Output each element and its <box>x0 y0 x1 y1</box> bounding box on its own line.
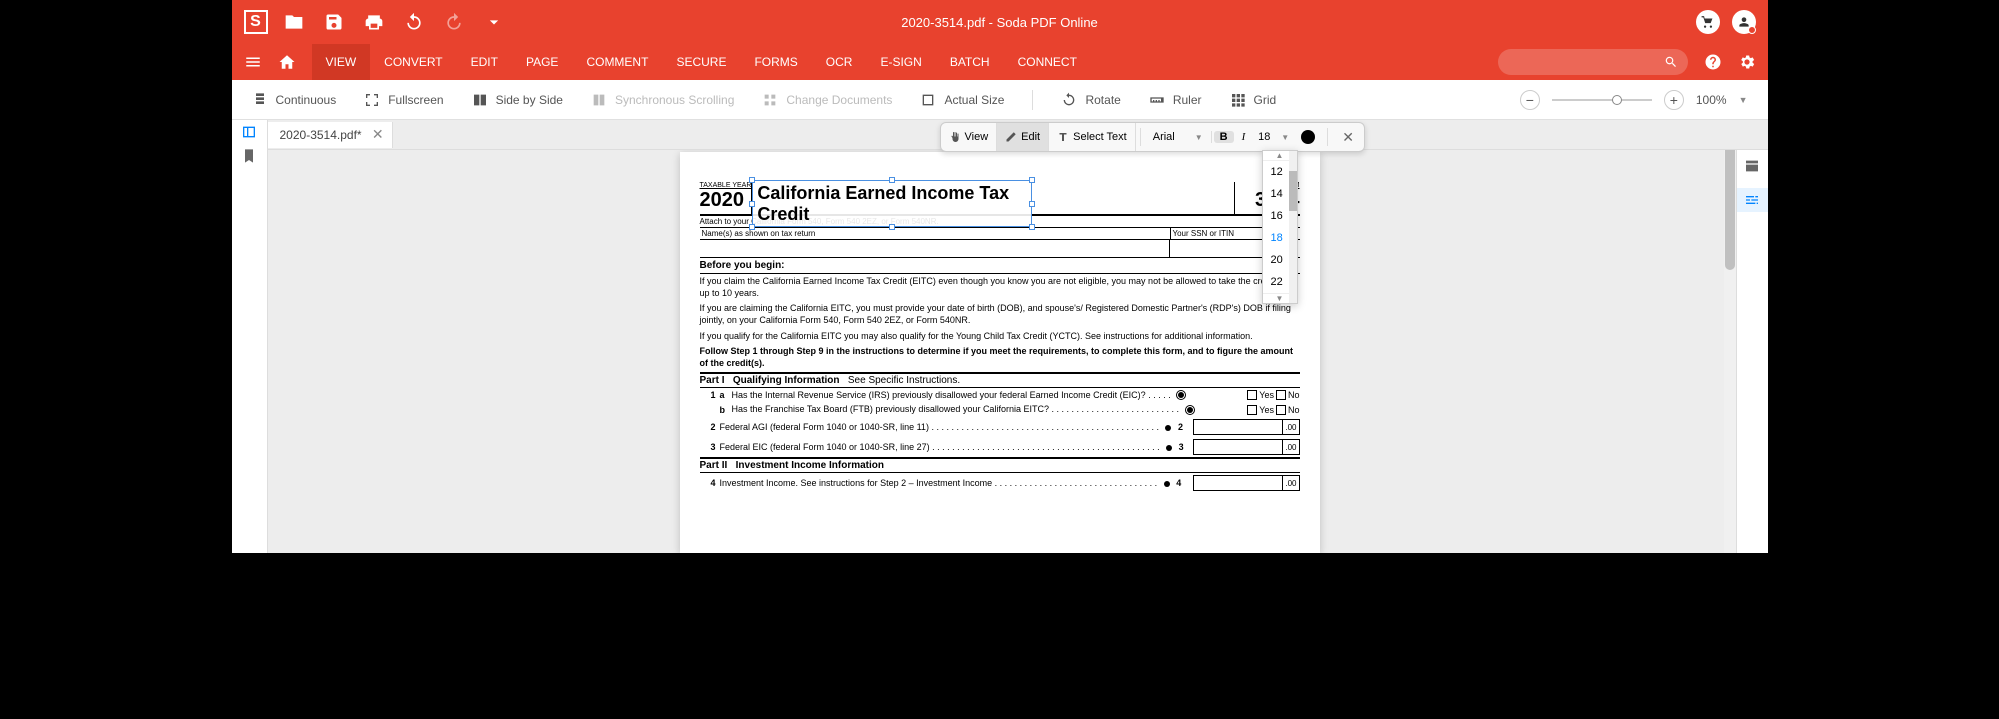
menubar: VIEW CONVERT EDIT PAGE COMMENT SECURE FO… <box>232 44 1768 80</box>
close-toolbar-button[interactable]: ✕ <box>1332 129 1364 146</box>
panel-icon[interactable] <box>241 124 257 140</box>
text-color-button[interactable] <box>1301 130 1315 144</box>
redo-icon[interactable] <box>444 12 464 32</box>
taxable-year-label: TAXABLE YEAR <box>700 182 752 189</box>
hand-icon <box>949 131 961 143</box>
cart-icon[interactable] <box>1696 10 1720 34</box>
grid-icon <box>1230 92 1246 108</box>
save-icon[interactable] <box>324 12 344 32</box>
right-rail <box>1736 120 1768 553</box>
menu-ocr[interactable]: OCR <box>812 44 867 80</box>
p2: If you are claiming the California EITC,… <box>700 301 1300 328</box>
vertical-scrollbar[interactable] <box>1724 120 1736 553</box>
ruler-icon <box>1149 92 1165 108</box>
rotate-icon <box>1061 92 1077 108</box>
fullscreen-icon <box>364 92 380 108</box>
settings-icon[interactable] <box>1738 53 1756 71</box>
italic-button[interactable]: I <box>1236 131 1252 143</box>
sidebyside-button[interactable]: Side by Side <box>472 92 563 108</box>
actualsize-button[interactable]: Actual Size <box>920 92 1004 108</box>
home-icon[interactable] <box>278 53 296 71</box>
selected-text-box[interactable]: California Earned Income Tax Credit <box>752 180 1032 227</box>
app-logo[interactable]: S <box>244 10 268 34</box>
zoom-in-button[interactable]: + <box>1664 90 1684 110</box>
bold-button[interactable]: B <box>1214 131 1234 143</box>
menu-page[interactable]: PAGE <box>512 44 572 80</box>
continuous-icon <box>252 92 268 108</box>
p1: If you claim the California Earned Incom… <box>700 274 1300 301</box>
edit-mode-button[interactable]: Edit <box>997 123 1049 151</box>
menu-comment[interactable]: COMMENT <box>572 44 662 80</box>
menu-convert[interactable]: CONVERT <box>370 44 456 80</box>
menu-esign[interactable]: E-SIGN <box>866 44 935 80</box>
font-family-select[interactable]: Arial ▼ <box>1145 131 1212 143</box>
font-size-input[interactable] <box>1251 131 1277 143</box>
continuous-button[interactable]: Continuous <box>252 92 337 108</box>
pencil-icon <box>1005 131 1017 143</box>
account-icon[interactable] <box>1732 10 1756 34</box>
adjust-panel-icon[interactable] <box>1744 192 1760 208</box>
menu-forms[interactable]: FORMS <box>740 44 811 80</box>
zoom-out-button[interactable]: − <box>1520 90 1540 110</box>
tax-year: 2020 <box>700 189 752 212</box>
search-icon <box>1664 55 1678 69</box>
document-tab[interactable]: 2020-3514.pdf* ✕ <box>268 122 393 148</box>
zoom-dropdown-icon[interactable]: ▼ <box>1739 95 1748 105</box>
font-size-dropdown: ▲ 12 14 16 18 20 22 ▼ <box>1262 150 1298 304</box>
p4: Follow Step 1 through Step 9 in the inst… <box>700 344 1300 371</box>
ruler-button[interactable]: Ruler <box>1149 92 1202 108</box>
menu-secure[interactable]: SECURE <box>662 44 740 80</box>
changedocs-button: Change Documents <box>762 92 892 108</box>
zoom-slider[interactable] <box>1552 99 1652 101</box>
grid-button[interactable]: Grid <box>1230 92 1277 108</box>
selecttext-icon <box>1057 131 1069 143</box>
search-input[interactable] <box>1498 49 1688 75</box>
help-icon[interactable] <box>1704 53 1722 71</box>
open-icon[interactable] <box>284 12 304 32</box>
changedocs-icon <box>762 92 778 108</box>
left-rail <box>232 120 268 553</box>
pdf-page[interactable]: TAXABLE YEAR 2020 California Earned Inco… <box>680 152 1320 553</box>
view-toolbar: Continuous Fullscreen Side by Side Synch… <box>232 80 1768 120</box>
document-title: 2020-3514.pdf - Soda PDF Online <box>901 15 1098 30</box>
menu-view[interactable]: VIEW <box>312 44 371 80</box>
syncscroll-button: Synchronous Scrolling <box>591 92 734 108</box>
close-tab-icon[interactable]: ✕ <box>372 126 384 143</box>
syncscroll-icon <box>591 92 607 108</box>
actualsize-icon <box>920 92 936 108</box>
print-icon[interactable] <box>364 12 384 32</box>
fullscreen-button[interactable]: Fullscreen <box>364 92 443 108</box>
edit-toolbar: View Edit Select Text Arial ▼ B I <box>940 122 1365 152</box>
undo-icon[interactable] <box>404 12 424 32</box>
sidebyside-icon <box>472 92 488 108</box>
names-label: Name(s) as shown on tax return <box>700 228 1170 239</box>
rotate-button[interactable]: Rotate <box>1061 92 1120 108</box>
menu-edit[interactable]: EDIT <box>457 44 512 80</box>
menu-connect[interactable]: CONNECT <box>1004 44 1091 80</box>
bookmark-icon[interactable] <box>241 148 257 164</box>
chevron-down-icon[interactable] <box>484 12 504 32</box>
part1-header: Part I Qualifying Information See Specif… <box>700 372 1300 388</box>
before-begin: Before you begin: <box>700 258 1300 274</box>
layout-panel-icon[interactable] <box>1744 158 1760 174</box>
menu-batch[interactable]: BATCH <box>936 44 1004 80</box>
part2-header: Part II Investment Income Information <box>700 457 1300 473</box>
titlebar: S 2020-3514.pdf - Soda PDF Online <box>232 0 1768 44</box>
hamburger-icon[interactable] <box>244 53 262 71</box>
size-dropdown-icon[interactable]: ▼ <box>1277 133 1293 142</box>
view-mode-button[interactable]: View <box>941 123 998 151</box>
p3: If you qualify for the California EITC y… <box>700 329 1300 345</box>
zoom-percent[interactable]: 100% <box>1696 93 1727 107</box>
select-text-button[interactable]: Select Text <box>1049 123 1136 151</box>
